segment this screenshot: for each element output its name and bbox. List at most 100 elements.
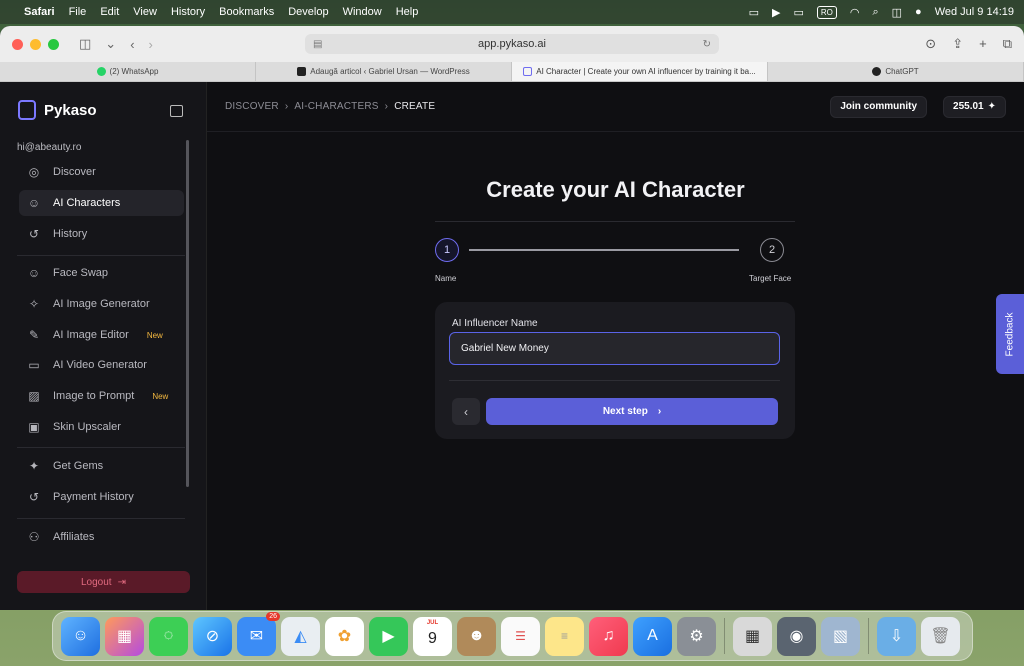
music-icon[interactable]: ♫ xyxy=(589,616,628,656)
next-step-button[interactable]: Next step › xyxy=(486,398,778,425)
calendar-icon[interactable]: JUL 9 xyxy=(413,616,452,656)
reminders-icon[interactable]: ☰ xyxy=(501,616,540,656)
tab-overview-icon[interactable]: ⧉ xyxy=(1003,36,1012,52)
logout-icon: ⇥ xyxy=(117,576,126,588)
sidebar-item-ai-image-editor[interactable]: ✎ AI Image Editor New xyxy=(19,322,184,348)
menu-develop[interactable]: Develop xyxy=(288,6,328,18)
sidebar-toggle-icon[interactable]: ◫ xyxy=(79,36,91,52)
menu-app[interactable]: Safari xyxy=(24,6,55,18)
menu-view[interactable]: View xyxy=(133,6,157,18)
reload-icon[interactable]: ↻ xyxy=(703,39,711,50)
messages-icon[interactable]: ◌ xyxy=(149,616,188,656)
breadcrumb-separator-icon: › xyxy=(284,101,289,112)
safari-icon[interactable]: ⊘ xyxy=(193,616,232,656)
control-center-icon[interactable]: ◫ xyxy=(892,6,902,19)
back-icon[interactable]: ‹ xyxy=(130,37,134,52)
mail-icon[interactable]: ✉ 26 xyxy=(237,611,280,656)
sidebar-item-image-to-prompt[interactable]: ▨ Image to Prompt New xyxy=(19,383,184,409)
facetime-icon[interactable]: ▶ xyxy=(369,616,408,656)
sidebar-item-ai-image-generator[interactable]: ✧ AI Image Generator xyxy=(19,291,184,317)
address-bar[interactable]: ▤ app.pykaso.ai ↻ xyxy=(305,34,719,54)
page-settings-icon[interactable]: ▤ xyxy=(313,39,322,50)
brand[interactable]: Pykaso xyxy=(18,100,97,120)
launchpad-icon[interactable]: ▦ xyxy=(105,616,144,656)
tab-wordpress[interactable]: Adaugă articol ‹ Gabriel Ursan — WordPre… xyxy=(256,62,512,81)
forward-icon[interactable]: › xyxy=(149,37,153,52)
tab-pykaso[interactable]: AI Character | Create your own AI influe… xyxy=(512,62,768,81)
tab-chatgpt[interactable]: ChatGPT xyxy=(768,62,1024,81)
breadcrumb-ai-characters[interactable]: AI-CHARACTERS xyxy=(294,101,378,112)
address-bar-url: app.pykaso.ai xyxy=(478,38,546,50)
next-step-label: Next step xyxy=(602,406,648,417)
menu-history[interactable]: History xyxy=(171,6,205,18)
credits-value: 255.01 xyxy=(953,101,984,112)
credits-balance[interactable]: 255.01 ✦ xyxy=(943,95,1006,118)
logout-button[interactable]: Logout ⇥ xyxy=(17,571,190,593)
sidebar-item-payment-history[interactable]: ↺ Payment History xyxy=(19,484,184,510)
minimize-window-button[interactable] xyxy=(30,38,41,50)
trash-icon[interactable]: 🗑︎ xyxy=(921,616,960,656)
sidebar-item-discover[interactable]: ◎ Discover xyxy=(19,159,184,185)
downloads-folder-icon[interactable]: ⇩ xyxy=(877,616,916,656)
step-2-indicator: 2 xyxy=(760,238,784,262)
breadcrumb-discover[interactable]: DISCOVER xyxy=(225,101,279,112)
upscale-icon: ▣ xyxy=(28,420,40,434)
photos-icon[interactable]: ✿ xyxy=(325,616,364,656)
quicktime-icon[interactable]: ◉ xyxy=(777,616,816,656)
sidebar-item-ai-video-generator[interactable]: ▭ AI Video Generator xyxy=(19,352,184,378)
gem-icon: ✦ xyxy=(28,459,40,473)
pykaso-app: Pykaso hi@abeauty.ro ◎ Discover ☺ AI Cha… xyxy=(0,82,1024,610)
join-community-button[interactable]: Join community xyxy=(830,95,928,118)
sidebar-item-get-gems[interactable]: ✦ Get Gems xyxy=(19,453,184,479)
app-store-icon[interactable]: A xyxy=(633,616,672,656)
video-icon: ▭ xyxy=(28,358,40,372)
siri-icon[interactable]: ● xyxy=(915,6,922,18)
chevron-down-icon[interactable]: ⌄ xyxy=(105,36,116,52)
maps-icon[interactable]: ◭ xyxy=(281,616,320,656)
sidebar-item-history[interactable]: ↺ History xyxy=(19,221,184,247)
menu-edit[interactable]: Edit xyxy=(100,6,119,18)
tab-label: AI Character | Create your own AI influe… xyxy=(536,67,756,76)
system-settings-icon[interactable]: ⚙ xyxy=(677,616,716,656)
collapse-sidebar-icon[interactable] xyxy=(170,105,183,117)
new-tab-icon[interactable]: + xyxy=(979,36,987,52)
main-content: DISCOVER › AI-CHARACTERS › CREATE Join c… xyxy=(207,82,1024,610)
menubar-clock[interactable]: Wed Jul 9 14:19 xyxy=(935,6,1014,18)
dock-separator xyxy=(724,618,725,654)
sidebar-item-label: Face Swap xyxy=(53,267,109,279)
topbar: DISCOVER › AI-CHARACTERS › CREATE Join c… xyxy=(207,82,1024,132)
zoom-window-button[interactable] xyxy=(48,38,59,50)
influencer-name-input[interactable] xyxy=(449,332,780,365)
input-source-badge[interactable]: RO xyxy=(816,5,837,19)
menu-bookmarks[interactable]: Bookmarks xyxy=(219,6,274,18)
menu-window[interactable]: Window xyxy=(343,6,382,18)
affiliate-icon: ⚇ xyxy=(28,530,40,544)
share-icon[interactable]: ⇪ xyxy=(952,36,963,52)
screen-mirror-icon[interactable]: ▭ xyxy=(749,6,759,19)
back-button[interactable]: ‹ xyxy=(452,398,480,425)
downloads-icon[interactable]: ⊙ xyxy=(925,36,936,52)
contacts-icon[interactable]: ☻ xyxy=(457,616,496,656)
menu-file[interactable]: File xyxy=(69,6,87,18)
feedback-tab[interactable]: Feedback xyxy=(996,294,1024,374)
sidebar-item-label: Get Gems xyxy=(53,460,104,472)
notes-icon[interactable]: ≡ xyxy=(545,616,584,656)
sidebar-item-ai-characters[interactable]: ☺ AI Characters xyxy=(19,190,184,216)
close-window-button[interactable] xyxy=(12,38,23,50)
menu-help[interactable]: Help xyxy=(396,6,419,18)
pykaso-logo-icon xyxy=(18,100,36,120)
sidebar-scrollbar[interactable] xyxy=(186,140,189,487)
preview-icon[interactable]: ▧ xyxy=(821,616,860,656)
sidebar-item-skin-upscaler[interactable]: ▣ Skin Upscaler xyxy=(19,414,184,440)
play-icon[interactable]: ▶ xyxy=(772,6,780,19)
calculator-icon[interactable]: ▦ xyxy=(733,616,772,656)
sidebar-item-face-swap[interactable]: ☺ Face Swap xyxy=(19,260,184,286)
battery-icon[interactable]: ▭ xyxy=(793,6,803,19)
compass-icon: ◎ xyxy=(28,165,40,179)
feedback-label: Feedback xyxy=(1004,312,1016,356)
tab-whatsapp[interactable]: (2) WhatsApp xyxy=(0,62,256,81)
finder-icon[interactable]: ☺ xyxy=(61,616,100,656)
wifi-icon[interactable]: ◠ xyxy=(850,6,860,19)
spotlight-search-icon[interactable]: ⌕ xyxy=(872,6,878,19)
sidebar-item-affiliates[interactable]: ⚇ Affiliates xyxy=(19,524,184,550)
